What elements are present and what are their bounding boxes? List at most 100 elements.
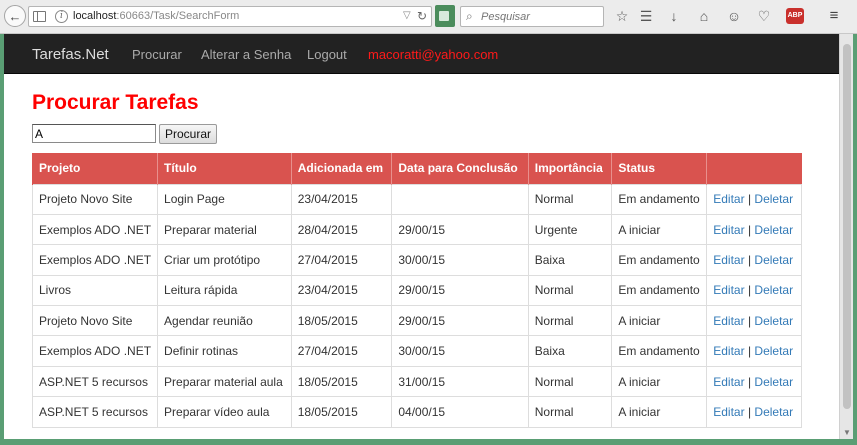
table-row: Exemplos ADO .NET Criar um protótipo 27/04… xyxy=(31,244,802,276)
search-button[interactable]: Procurar xyxy=(159,124,217,144)
back-arrow-icon[interactable]: ← xyxy=(4,5,26,27)
page-title: Procurar Tarefas xyxy=(32,91,199,114)
cell-status: A iniciar xyxy=(611,305,707,336)
browser-search-input[interactable] xyxy=(481,9,599,24)
cell-titulo: Preparar material aula xyxy=(157,365,292,397)
cell-conclusao xyxy=(391,183,529,215)
scroll-down-arrow-icon[interactable]: ▼ xyxy=(843,428,851,437)
cell-projeto: Exemplos ADO .NET xyxy=(31,213,158,245)
search-input[interactable] xyxy=(32,124,156,143)
action-separator: | xyxy=(747,222,752,237)
cell-status: Em andamento xyxy=(611,244,707,276)
delete-link[interactable]: Deletar xyxy=(754,314,793,328)
cell-titulo: Criar um protótipo xyxy=(157,244,292,276)
table-row: Projeto Novo Site Login Page 23/04/2015 Nor… xyxy=(31,183,802,215)
edit-link[interactable]: Editar xyxy=(713,314,744,328)
address-bar[interactable]: i localhost:60663/Task/SearchForm ▽ ↻ xyxy=(28,6,432,27)
cell-actions: Editar | Deletar xyxy=(706,213,802,245)
cell-adicionada: 23/04/2015 xyxy=(290,274,392,306)
col-header-projeto[interactable]: Projeto xyxy=(31,153,158,184)
cell-status: A iniciar xyxy=(611,365,707,397)
cell-projeto: Exemplos ADO .NET xyxy=(31,244,158,276)
col-header-actions xyxy=(706,153,802,184)
edit-link[interactable]: Editar xyxy=(713,223,744,237)
scrollbar-thumb[interactable] xyxy=(843,44,851,409)
cell-conclusao: 30/00/15 xyxy=(391,244,529,276)
delete-link[interactable]: Deletar xyxy=(754,192,793,206)
table-row: ASP.NET 5 recursos Preparar vídeo aula 18/… xyxy=(31,396,802,428)
bookmark-star-icon[interactable]: ☆ xyxy=(614,8,630,24)
delete-link[interactable]: Deletar xyxy=(754,223,793,237)
nav-procurar[interactable]: Procurar xyxy=(132,47,182,62)
chat-icon[interactable]: ☺ xyxy=(726,8,742,24)
col-header-importancia[interactable]: Importância xyxy=(527,153,612,184)
col-header-titulo[interactable]: Título xyxy=(157,153,292,184)
cell-importancia: Baixa xyxy=(527,335,612,367)
delete-link[interactable]: Deletar xyxy=(754,405,793,419)
cell-conclusao: 29/00/15 xyxy=(391,305,529,336)
delete-link[interactable]: Deletar xyxy=(754,253,793,267)
nav-alterar-senha[interactable]: Alterar a Senha xyxy=(201,47,291,62)
delete-link[interactable]: Deletar xyxy=(754,344,793,358)
reading-list-icon[interactable]: ☰ xyxy=(638,8,654,24)
home-icon[interactable]: ⌂ xyxy=(696,8,712,24)
cell-conclusao: 30/00/15 xyxy=(391,335,529,367)
table-row: Exemplos ADO .NET Preparar material 28/04/… xyxy=(31,213,802,245)
cell-importancia: Normal xyxy=(527,396,612,428)
cell-titulo: Login Page xyxy=(157,183,292,215)
cell-importancia: Normal xyxy=(527,183,612,215)
delete-link[interactable]: Deletar xyxy=(754,283,793,297)
edit-link[interactable]: Editar xyxy=(713,344,744,358)
edit-link[interactable]: Editar xyxy=(713,283,744,297)
nav-user-email[interactable]: macoratti@yahoo.com xyxy=(368,47,498,62)
cell-status: Em andamento xyxy=(611,183,707,215)
edit-link[interactable]: Editar xyxy=(713,375,744,389)
edit-link[interactable]: Editar xyxy=(713,192,744,206)
cell-projeto: ASP.NET 5 recursos xyxy=(31,396,158,428)
edit-link[interactable]: Editar xyxy=(713,405,744,419)
cell-conclusao: 29/00/15 xyxy=(391,213,529,245)
search-icon: ⌕ xyxy=(466,9,473,23)
table-row: Projeto Novo Site Agendar reunião 18/05/20… xyxy=(31,305,802,336)
brand-link[interactable]: Tarefas.Net xyxy=(32,46,109,63)
cell-projeto: Projeto Novo Site xyxy=(31,305,158,336)
cell-actions: Editar | Deletar xyxy=(706,365,802,397)
page-grid-icon[interactable] xyxy=(33,11,46,22)
adblock-icon[interactable]: ABP xyxy=(786,8,804,24)
download-icon[interactable]: ↓ xyxy=(666,8,682,24)
table-row: Exemplos ADO .NET Definir rotinas 27/04/20… xyxy=(31,335,802,367)
table-row: Livros Leitura rápida 23/04/2015 29/00/15 No… xyxy=(31,274,802,306)
vertical-scrollbar[interactable]: ▼ xyxy=(839,34,853,439)
cell-actions: Editar | Deletar xyxy=(706,305,802,336)
cell-titulo: Preparar material xyxy=(157,213,292,245)
url-dropdown-icon[interactable]: ▽ xyxy=(403,10,411,21)
cell-adicionada: 27/04/2015 xyxy=(290,244,392,276)
menu-icon[interactable]: ≡ xyxy=(826,8,842,24)
cell-adicionada: 18/05/2015 xyxy=(290,365,392,397)
reload-icon[interactable]: ↻ xyxy=(417,9,427,23)
cell-importancia: Normal xyxy=(527,365,612,397)
cell-projeto: Livros xyxy=(31,274,158,306)
url-text[interactable]: localhost:60663/Task/SearchForm xyxy=(73,10,239,22)
cell-importancia: Normal xyxy=(527,305,612,336)
delete-link[interactable]: Deletar xyxy=(754,375,793,389)
page-viewport: Tarefas.Net Procurar Alterar a Senha Log… xyxy=(4,34,839,439)
cell-importancia: Normal xyxy=(527,274,612,306)
browser-toolbar: ← i localhost:60663/Task/SearchForm ▽ ↻ … xyxy=(0,0,857,34)
edit-link[interactable]: Editar xyxy=(713,253,744,267)
browser-search-box[interactable]: ⌕ xyxy=(460,6,604,27)
cell-status: A iniciar xyxy=(611,396,707,428)
info-icon[interactable]: i xyxy=(55,10,68,23)
extension-icon[interactable] xyxy=(435,5,455,27)
pocket-icon[interactable]: ♡ xyxy=(756,8,772,24)
col-header-conclusao[interactable]: Data para Conclusão xyxy=(391,153,529,184)
cell-adicionada: 18/05/2015 xyxy=(290,396,392,428)
col-header-adicionada[interactable]: Adicionada em xyxy=(290,153,392,184)
col-header-status[interactable]: Status xyxy=(611,153,707,184)
cell-adicionada: 23/04/2015 xyxy=(290,183,392,215)
action-separator: | xyxy=(747,374,752,389)
nav-logout[interactable]: Logout xyxy=(307,47,347,62)
cell-titulo: Agendar reunião xyxy=(157,305,292,336)
cell-actions: Editar | Deletar xyxy=(706,244,802,276)
cell-importancia: Urgente xyxy=(527,213,612,245)
